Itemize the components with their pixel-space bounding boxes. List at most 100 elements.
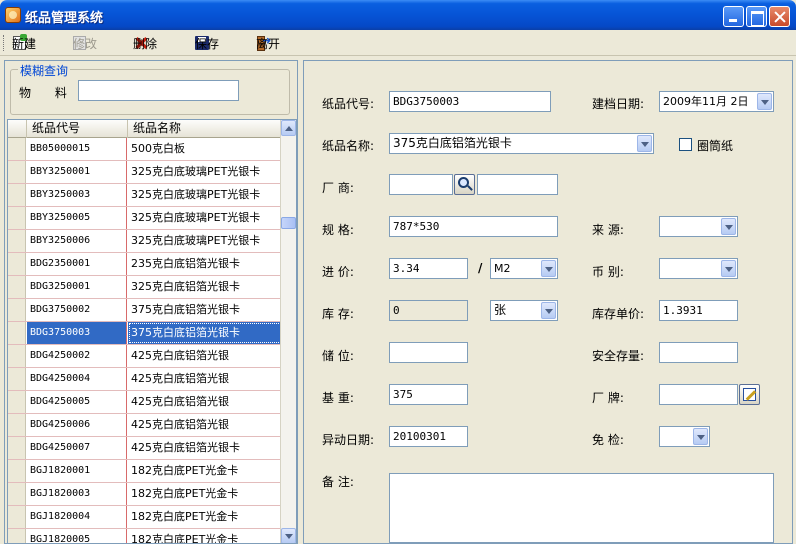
cell-code[interactable]: BBY3250005	[27, 207, 127, 229]
cell-name[interactable]: 425克白底铝箔光银	[128, 368, 282, 390]
row-indicator[interactable]	[8, 391, 26, 413]
table-row[interactable]: BGJ1820003 182克白底PET光金卡	[8, 483, 282, 506]
row-indicator[interactable]	[8, 322, 26, 344]
new-button[interactable]: 新建	[12, 33, 36, 53]
row-indicator[interactable]	[8, 483, 26, 505]
table-row[interactable]: BDG2350001 235克白底铝箔光银卡	[8, 253, 282, 276]
save-button[interactable]: 保存	[195, 33, 219, 53]
cell-code[interactable]: BB05000015	[27, 138, 127, 160]
table-row[interactable]: BBY3250001 325克白底玻璃PET光银卡	[8, 161, 282, 184]
cell-code[interactable]: BDG2350001	[27, 253, 127, 275]
exempt-select[interactable]	[659, 426, 710, 447]
header-code[interactable]: 纸品代号	[27, 120, 128, 138]
row-indicator[interactable]	[8, 161, 26, 183]
row-indicator[interactable]	[8, 529, 26, 543]
delete-button[interactable]: 删除	[133, 33, 157, 53]
row-indicator[interactable]	[8, 253, 26, 275]
brand-input[interactable]	[659, 384, 738, 405]
cell-code[interactable]: BDG4250007	[27, 437, 127, 459]
cell-code[interactable]: BGJ1820003	[27, 483, 127, 505]
safety-stock-input[interactable]	[659, 342, 738, 363]
table-row[interactable]: BDG4250005 425克白底铝箔光银	[8, 391, 282, 414]
cell-name[interactable]: 325克白底玻璃PET光银卡	[128, 161, 282, 183]
table-row[interactable]: BDG4250002 425克白底铝箔光银	[8, 345, 282, 368]
vendor-search-button[interactable]	[454, 174, 475, 195]
vendor-code-input[interactable]	[389, 174, 453, 195]
grid-scrollbar[interactable]	[280, 120, 296, 543]
row-indicator[interactable]	[8, 345, 26, 367]
material-search-input[interactable]	[78, 80, 239, 101]
cell-name[interactable]: 182克白底PET光金卡	[128, 483, 282, 505]
scroll-down-button[interactable]	[281, 528, 296, 543]
table-row[interactable]: BBY3250005 325克白底玻璃PET光银卡	[8, 207, 282, 230]
cell-name[interactable]: 425克白底铝箔光银	[128, 414, 282, 436]
table-row[interactable]: BBY3250006 325克白底玻璃PET光银卡	[8, 230, 282, 253]
source-select[interactable]	[659, 216, 738, 237]
chevron-down-icon[interactable]	[637, 135, 652, 152]
cell-code[interactable]: BGJ1820005	[27, 529, 127, 543]
table-row[interactable]: BDG3750002 375克白底铝箔光银卡	[8, 299, 282, 322]
row-indicator[interactable]	[8, 207, 26, 229]
cell-name[interactable]: 182克白底PET光金卡	[128, 460, 282, 482]
chevron-down-icon[interactable]	[721, 218, 736, 235]
cell-name[interactable]: 325克白底玻璃PET光银卡	[128, 184, 282, 206]
brand-edit-button[interactable]	[739, 384, 760, 405]
maximize-button[interactable]	[746, 6, 767, 27]
row-indicator[interactable]	[8, 138, 26, 160]
chevron-down-icon[interactable]	[541, 260, 556, 277]
price-unit-select[interactable]: M2	[490, 258, 558, 279]
paper-name-select[interactable]: 375克白底铝箔光银卡	[389, 133, 654, 154]
chevron-down-icon[interactable]	[721, 260, 736, 277]
table-row[interactable]: BDG3750003 375克白底铝箔光银卡	[8, 322, 282, 345]
cell-name[interactable]: 425克白底铝箔光银	[128, 391, 282, 413]
table-row[interactable]: BDG4250004 425克白底铝箔光银	[8, 368, 282, 391]
cell-code[interactable]: BGJ1820004	[27, 506, 127, 528]
table-row[interactable]: BGJ1820001 182克白底PET光金卡	[8, 460, 282, 483]
cell-code[interactable]: BDG4250005	[27, 391, 127, 413]
stock-price-input[interactable]: 1.3931	[659, 300, 738, 321]
table-row[interactable]: BDG3250001 325克白底铝箔光银卡	[8, 276, 282, 299]
table-row[interactable]: BDG4250006 425克白底铝箔光银	[8, 414, 282, 437]
spec-input[interactable]: 787*530	[389, 216, 558, 237]
scroll-up-button[interactable]	[281, 120, 296, 136]
close-button[interactable]	[769, 6, 790, 27]
remark-textarea[interactable]	[389, 473, 774, 543]
row-indicator[interactable]	[8, 368, 26, 390]
toolbar-grip[interactable]	[3, 35, 6, 51]
cell-name[interactable]: 425克白底铝箔光银	[128, 345, 282, 367]
cell-name[interactable]: 235克白底铝箔光银卡	[128, 253, 282, 275]
cell-code[interactable]: BDG3750003	[27, 322, 127, 344]
row-indicator[interactable]	[8, 437, 26, 459]
cell-code[interactable]: BDG3250001	[27, 276, 127, 298]
stock-unit-select[interactable]: 张	[490, 300, 558, 321]
chevron-down-icon[interactable]	[757, 93, 772, 110]
header-name[interactable]: 纸品名称	[128, 120, 282, 138]
cell-code[interactable]: BGJ1820001	[27, 460, 127, 482]
basis-weight-input[interactable]: 375	[389, 384, 468, 405]
chevron-down-icon[interactable]	[541, 302, 556, 319]
row-indicator[interactable]	[8, 460, 26, 482]
cell-code[interactable]: BDG3750002	[27, 299, 127, 321]
cell-code[interactable]: BDG4250002	[27, 345, 127, 367]
scroll-thumb[interactable]	[281, 217, 296, 229]
row-indicator[interactable]	[8, 230, 26, 252]
cell-name[interactable]: 182克白底PET光金卡	[128, 506, 282, 528]
row-indicator[interactable]	[8, 184, 26, 206]
price-input[interactable]: 3.34	[389, 258, 468, 279]
row-indicator[interactable]	[8, 506, 26, 528]
change-date-input[interactable]: 20100301	[389, 426, 468, 447]
cell-name[interactable]: 375克白底铝箔光银卡	[128, 322, 282, 344]
cell-name[interactable]: 325克白底铝箔光银卡	[128, 276, 282, 298]
cell-code[interactable]: BDG4250006	[27, 414, 127, 436]
cell-code[interactable]: BBY3250003	[27, 184, 127, 206]
table-row[interactable]: BBY3250003 325克白底玻璃PET光银卡	[8, 184, 282, 207]
currency-select[interactable]	[659, 258, 738, 279]
code-input[interactable]: BDG3750003	[389, 91, 551, 112]
cell-name[interactable]: 500克白板	[128, 138, 282, 160]
table-row[interactable]: BGJ1820005 182克白底PET光金卡	[8, 529, 282, 543]
cell-name[interactable]: 425克白底铝箔光银卡	[128, 437, 282, 459]
chevron-down-icon[interactable]	[693, 428, 708, 445]
table-row[interactable]: BGJ1820004 182克白底PET光金卡	[8, 506, 282, 529]
table-row[interactable]: BB05000015 500克白板	[8, 138, 282, 161]
cell-code[interactable]: BBY3250001	[27, 161, 127, 183]
